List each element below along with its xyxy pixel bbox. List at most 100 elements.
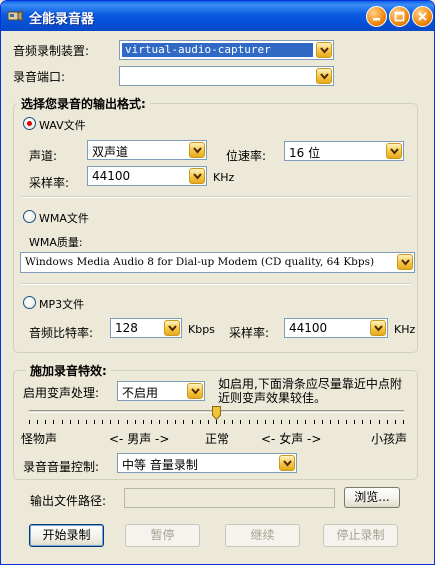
- title-bar[interactable]: 全能录音器: [1, 1, 434, 31]
- device-select[interactable]: virtual-audio-capturer: [119, 40, 334, 60]
- mp3-samplerate-select[interactable]: 44100: [284, 318, 388, 338]
- slider-tick: [273, 420, 274, 424]
- slider-tick: [232, 420, 233, 424]
- wav-samplerate-dropdown-button[interactable]: [189, 168, 205, 184]
- window-title: 全能录音器: [29, 12, 95, 27]
- slider-tick: [102, 420, 103, 424]
- wav-samplerate-select[interactable]: 44100: [87, 166, 207, 186]
- slider-tick: [240, 420, 241, 424]
- mp3-samplerate-dropdown-button[interactable]: [370, 320, 386, 336]
- chevron-down-icon: [193, 173, 202, 180]
- wma-quality-select[interactable]: Windows Media Audio 8 for Dial-up Modem …: [20, 252, 415, 273]
- chevron-down-icon: [390, 148, 399, 155]
- chevron-down-icon: [320, 73, 329, 80]
- slider-tick: [395, 420, 396, 424]
- divider: [21, 196, 411, 198]
- maximize-button[interactable]: [389, 6, 410, 27]
- volume-select[interactable]: 中等 音量录制: [117, 453, 297, 473]
- slider-tick: [143, 420, 144, 424]
- slider-tick: [281, 420, 282, 424]
- start-record-button[interactable]: 开始录制: [29, 524, 104, 547]
- mp3-bitrate-select[interactable]: 128: [110, 318, 182, 338]
- port-dropdown-button[interactable]: [316, 68, 332, 84]
- mp3-bitrate-label: 音频比特率:: [29, 326, 94, 340]
- slider-tick: [183, 420, 184, 424]
- slider-thumb[interactable]: [212, 406, 221, 420]
- slider-tick: [403, 420, 404, 424]
- voice-change-value: 不启用: [122, 386, 159, 400]
- minimize-icon: [373, 18, 380, 21]
- minimize-button[interactable]: [366, 6, 387, 27]
- slider-tick: [127, 420, 128, 424]
- wav-radio[interactable]: [23, 117, 36, 130]
- device-dropdown-button[interactable]: [316, 42, 332, 58]
- voice-change-dropdown-button[interactable]: [187, 383, 203, 399]
- slider-tick: [53, 420, 54, 424]
- voice-change-label: 启用变声处理:: [23, 386, 100, 400]
- mp3-bitrate-dropdown-button[interactable]: [164, 320, 180, 336]
- wma-quality-dropdown-button[interactable]: [397, 254, 413, 270]
- slider-tick: [257, 420, 258, 424]
- wav-bitrate-label: 位速率:: [226, 149, 267, 163]
- slider-tick: [192, 420, 193, 424]
- browse-button[interactable]: 浏览...: [344, 487, 400, 508]
- chevron-down-icon: [320, 47, 329, 54]
- mp3-radio[interactable]: [23, 296, 36, 309]
- slider-tick: [224, 420, 225, 424]
- chevron-down-icon: [191, 388, 200, 395]
- device-value: virtual-audio-capturer: [122, 43, 313, 57]
- mp3-samplerate-label: 采样率:: [229, 326, 270, 340]
- slider-tick: [289, 420, 290, 424]
- pause-button[interactable]: 暂停: [125, 524, 200, 547]
- slider-tick: [208, 420, 209, 424]
- stop-record-button[interactable]: 停止录制: [323, 524, 398, 547]
- slider-tick: [86, 420, 87, 424]
- slider-tick: [29, 420, 30, 424]
- slider-label-child: 小孩声: [371, 432, 408, 446]
- resume-button[interactable]: 继续: [225, 524, 300, 547]
- wav-bitrate-select[interactable]: 16 位: [284, 141, 404, 161]
- mp3-bitrate-value: 128: [115, 321, 138, 335]
- device-label: 音频录制装置:: [13, 44, 90, 58]
- slider-tick: [338, 420, 339, 424]
- close-icon: [418, 12, 427, 21]
- effects-group-title: 施加录音特效:: [26, 362, 111, 379]
- port-label: 录音端口:: [13, 70, 66, 84]
- channel-dropdown-button[interactable]: [189, 142, 205, 158]
- wav-label: WAV文件: [39, 119, 86, 132]
- channel-select[interactable]: 双声道: [87, 140, 207, 160]
- slider-tick: [167, 420, 168, 424]
- voice-pitch-slider[interactable]: [29, 406, 404, 428]
- slider-tick: [135, 420, 136, 424]
- port-select[interactable]: [119, 66, 334, 86]
- slider-label-female: <- 女声 ->: [261, 432, 322, 446]
- output-path-input[interactable]: [124, 488, 335, 508]
- voice-change-select[interactable]: 不启用: [117, 381, 205, 401]
- wma-label: WMA文件: [39, 212, 89, 225]
- wma-quality-value: Windows Media Audio 8 for Dial-up Modem …: [25, 256, 375, 268]
- slider-tick: [175, 420, 176, 424]
- wav-samplerate-unit: KHz: [213, 171, 235, 184]
- wav-samplerate-label: 采样率:: [29, 176, 70, 190]
- wma-radio[interactable]: [23, 210, 36, 223]
- chevron-down-icon: [168, 325, 177, 332]
- slider-tick: [216, 420, 217, 424]
- mp3-samplerate-value: 44100: [289, 321, 328, 335]
- volume-label: 录音音量控制:: [23, 460, 100, 474]
- channel-value: 双声道: [92, 145, 129, 159]
- slider-tick: [297, 420, 298, 424]
- slider-tick: [379, 420, 380, 424]
- wav-bitrate-dropdown-button[interactable]: [386, 143, 402, 159]
- channel-label: 声道:: [29, 149, 58, 163]
- slider-tick: [70, 420, 71, 424]
- slider-tick: [62, 420, 63, 424]
- volume-dropdown-button[interactable]: [279, 455, 295, 471]
- mp3-label: MP3文件: [39, 298, 85, 311]
- slider-tick: [322, 420, 323, 424]
- slider-tick: [370, 420, 371, 424]
- slider-label-normal: 正常: [205, 432, 230, 446]
- slider-label-male: <- 男声 ->: [109, 432, 170, 446]
- close-button[interactable]: [412, 6, 433, 27]
- app-icon: [7, 10, 23, 22]
- mp3-samplerate-unit: KHz: [394, 323, 416, 336]
